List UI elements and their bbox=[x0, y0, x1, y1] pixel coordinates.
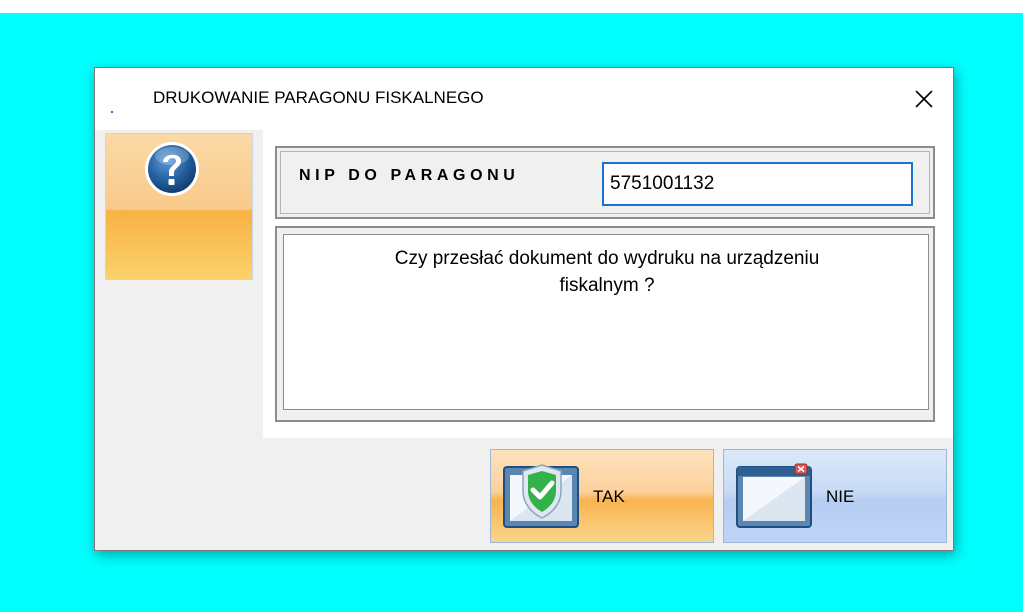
message-box: Czy przesłać dokument do wydruku na urzą… bbox=[283, 234, 929, 410]
dialog-body: NIP DO PARAGONU Czy przesłać dokument do… bbox=[95, 130, 953, 550]
close-window-icon bbox=[736, 463, 812, 528]
close-button[interactable] bbox=[907, 84, 941, 114]
message-group: Czy przesłać dokument do wydruku na urzą… bbox=[275, 226, 935, 422]
close-icon bbox=[915, 90, 933, 108]
nip-label: NIP DO PARAGONU bbox=[299, 167, 520, 184]
message-text: Czy przesłać dokument do wydruku na urzą… bbox=[284, 245, 930, 299]
no-button[interactable]: NIE bbox=[723, 449, 947, 543]
message-line-1: Czy przesłać dokument do wydruku na urzą… bbox=[394, 248, 820, 269]
yes-button[interactable]: TAK bbox=[490, 449, 714, 543]
shield-check-icon bbox=[503, 464, 579, 528]
no-button-label: NIE bbox=[826, 487, 855, 506]
dialog-titlebar[interactable]: DRUKOWANIE PARAGONU FISKALNEGO bbox=[95, 68, 953, 130]
screen: { "dialog": { "title": "DRUKOWANIE PARAG… bbox=[0, 0, 1023, 612]
question-icon bbox=[145, 142, 199, 196]
message-line-2: fiskalnym ? bbox=[559, 275, 655, 296]
nip-group: NIP DO PARAGONU bbox=[275, 146, 935, 219]
dialog-title: DRUKOWANIE PARAGONU FISKALNEGO bbox=[153, 88, 484, 107]
yes-button-label: TAK bbox=[593, 487, 625, 506]
top-strip bbox=[0, 0, 1023, 13]
app-icon bbox=[111, 111, 113, 113]
fiscal-receipt-dialog: DRUKOWANIE PARAGONU FISKALNEGO NIP DO PA… bbox=[94, 67, 954, 551]
prompt-icon-panel bbox=[105, 133, 253, 280]
nip-input[interactable] bbox=[602, 162, 913, 206]
